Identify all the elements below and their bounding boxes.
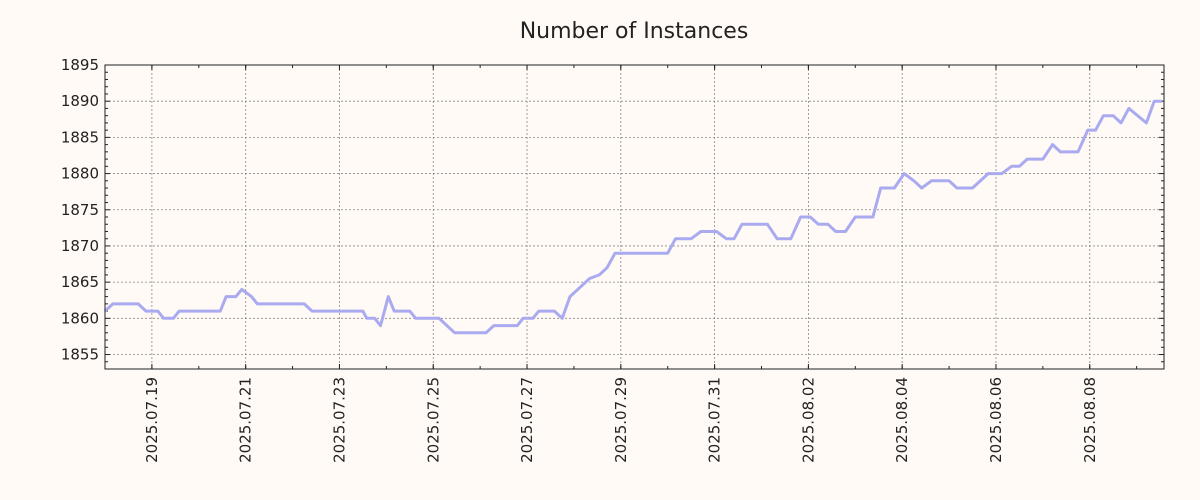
y-tick-label: 1895 <box>61 56 99 74</box>
x-axis: 2025.07.19 2025.07.21 2025.07.23 2025.07.25… <box>104 65 1138 463</box>
y-tick-label: 1870 <box>61 237 99 255</box>
x-tick-label: 2025.07.31 <box>706 377 724 463</box>
y-tick-label: 1890 <box>61 92 99 110</box>
x-tick-label: 2025.08.08 <box>1081 377 1099 463</box>
y-axis: 1855 1860 1865 1870 1875 1880 1885 1890 1895 <box>61 56 1164 370</box>
plot-frame <box>104 64 1165 370</box>
x-tick-label: 2025.08.06 <box>987 377 1005 463</box>
x-tick-label: 2025.07.29 <box>612 377 630 463</box>
y-tick-label: 1885 <box>61 128 99 146</box>
y-tick-label: 1860 <box>61 309 99 327</box>
y-tick-label: 1865 <box>61 273 99 291</box>
x-tick-label: 2025.07.19 <box>143 377 161 463</box>
x-tick-label: 2025.07.21 <box>237 377 255 463</box>
chart-canvas: Number of Instances 1855 1860 1865 1870 1875… <box>61 19 1165 463</box>
x-tick-label: 2025.07.23 <box>330 377 348 463</box>
y-tick-label: 1875 <box>61 201 99 219</box>
y-tick-label: 1880 <box>61 165 99 183</box>
x-tick-label: 2025.07.27 <box>518 377 536 463</box>
grid-layer <box>105 65 1164 369</box>
x-tick-label: 2025.07.25 <box>424 377 442 463</box>
chart-title: Number of Instances <box>520 19 749 44</box>
x-tick-label: 2025.08.02 <box>799 377 817 463</box>
series-layer <box>103 99 1162 335</box>
x-tick-label: 2025.08.04 <box>893 377 911 463</box>
series-line-0 <box>103 99 1162 335</box>
y-tick-label: 1855 <box>61 346 99 364</box>
